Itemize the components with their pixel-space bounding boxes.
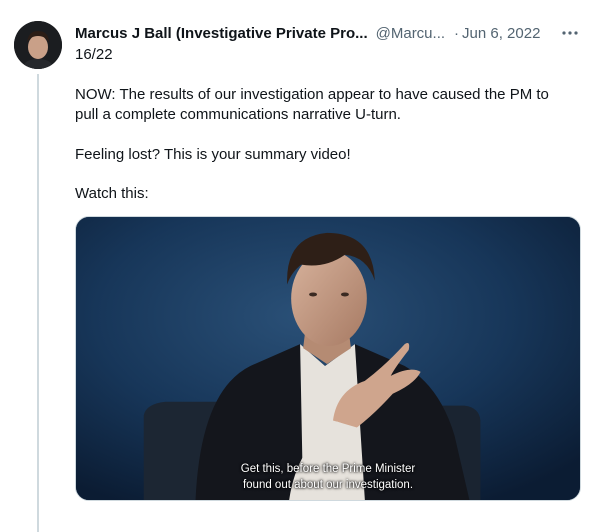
avatar[interactable] bbox=[14, 21, 62, 69]
video-player[interactable]: Get this, before the Prime Minister foun… bbox=[75, 216, 581, 501]
thread-counter: 16/22 bbox=[75, 46, 113, 63]
thread-connector-line bbox=[37, 74, 39, 532]
separator-dot: · bbox=[454, 24, 460, 42]
subtitle-line-1: Get this, before the Prime Minister bbox=[240, 463, 416, 475]
author-handle[interactable]: @Marcu... bbox=[376, 25, 445, 42]
tweet-header: Marcus J Ball (Investigative Private Pro… bbox=[75, 22, 583, 44]
more-options-button[interactable] bbox=[559, 22, 581, 44]
avatar-photo bbox=[14, 21, 62, 69]
tweet-date[interactable]: Jun 6, 2022 bbox=[462, 25, 540, 42]
video-subtitle: Get this, before the Prime Minister foun… bbox=[76, 461, 580, 493]
tweet-text: 16/22 NOW: The results of our investigat… bbox=[75, 45, 575, 204]
tweet-paragraph-1: NOW: The results of our investigation ap… bbox=[75, 86, 549, 123]
tweet-paragraph-2: Feeling lost? This is your summary video… bbox=[75, 146, 351, 163]
tweet-paragraph-3: Watch this: bbox=[75, 185, 149, 202]
author-name[interactable]: Marcus J Ball (Investigative Private Pro… bbox=[75, 25, 368, 42]
more-horizontal-icon bbox=[562, 31, 578, 35]
video-frame bbox=[76, 217, 580, 500]
subtitle-line-2: found out about our investigation. bbox=[242, 479, 414, 491]
